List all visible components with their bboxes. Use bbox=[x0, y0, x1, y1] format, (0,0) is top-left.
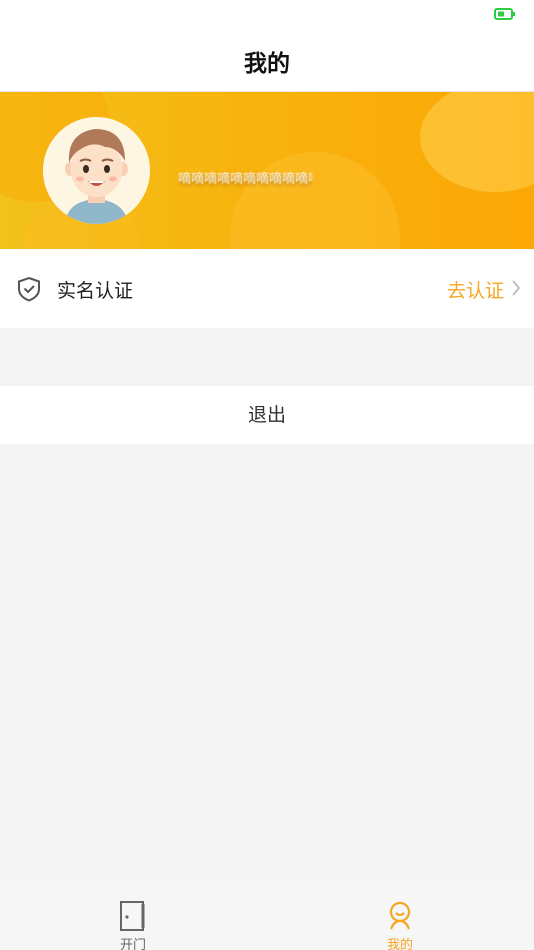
tab-label: 开门 bbox=[119, 938, 146, 950]
tab-label: 我的 bbox=[386, 938, 413, 950]
avatar[interactable] bbox=[43, 117, 150, 224]
door-icon bbox=[120, 901, 145, 931]
page-title: 我的 bbox=[244, 51, 290, 77]
nav-bar: 我的 bbox=[0, 28, 534, 92]
shield-icon bbox=[18, 276, 40, 302]
banner-decoration bbox=[420, 92, 534, 192]
profile-screen: 我的 嘀嘀嘀嘀嘀嘀嘀嘀嘀嘀 实名认证 去认证 退出 开门 我的 bbox=[0, 0, 534, 950]
logout-button[interactable]: 退出 bbox=[0, 386, 534, 444]
chevron-right-icon bbox=[512, 280, 521, 296]
status-bar bbox=[0, 0, 534, 28]
verification-label: 实名认证 bbox=[57, 280, 134, 302]
go-verify-link[interactable]: 去认证 bbox=[447, 276, 504, 303]
person-icon bbox=[389, 901, 411, 930]
profile-banner: 嘀嘀嘀嘀嘀嘀嘀嘀嘀嘀嘀嘀嘀 bbox=[0, 92, 534, 249]
battery-icon bbox=[494, 8, 515, 20]
tab-mine[interactable]: 我的 bbox=[360, 880, 440, 950]
avatar-boy-icon bbox=[43, 117, 150, 224]
username-text: 嘀嘀嘀嘀嘀嘀嘀嘀嘀嘀嘀嘀嘀 bbox=[178, 172, 312, 187]
real-name-verification-row[interactable]: 实名认证 去认证 bbox=[0, 249, 534, 328]
tab-bar: 开门 我的 bbox=[0, 880, 534, 950]
tab-open-door[interactable]: 开门 bbox=[93, 880, 173, 950]
banner-decoration bbox=[230, 152, 400, 249]
